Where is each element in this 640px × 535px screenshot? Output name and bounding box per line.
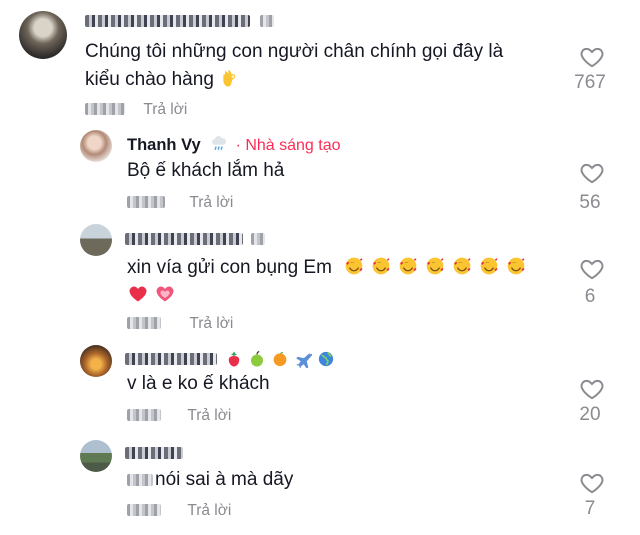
like-icon[interactable] [577, 256, 607, 282]
like-icon[interactable] [577, 470, 607, 496]
avatar[interactable] [80, 345, 112, 377]
avatar[interactable] [19, 11, 67, 59]
growing-heart-icon [156, 286, 174, 302]
comment-meta: Trả lời [127, 407, 231, 425]
text-blurred [127, 474, 153, 486]
username-blurred[interactable] [125, 353, 217, 365]
comment-text: xin vía gửi con bụng Em [127, 254, 532, 310]
smiling-face-with-hearts-icon [343, 256, 365, 276]
emoji-row [343, 257, 532, 278]
creator-label: · Nhà sáng tạo [235, 137, 341, 154]
timestamp-blurred [127, 196, 165, 208]
timestamp-blurred [127, 409, 161, 421]
timestamp-blurred [127, 317, 161, 329]
reply-button[interactable]: Trả lời [187, 407, 231, 424]
red-heart-icon [129, 286, 147, 302]
comment-meta: Trả lời [127, 194, 233, 212]
comment-text: Chúng tôi những con người chân chính gọi… [85, 41, 504, 90]
comment-text: Bộ ế khách lắm hả [127, 160, 285, 181]
like-count: 20 [579, 404, 601, 425]
like-icon[interactable] [577, 44, 607, 70]
smiling-face-with-hearts-icon [505, 256, 527, 276]
smiling-face-with-hearts-icon [451, 256, 473, 276]
comment-meta: Trả lời [85, 101, 187, 119]
reply-button[interactable]: Trả lời [189, 315, 233, 332]
green-apple-icon [251, 350, 264, 367]
username-blurred[interactable] [125, 446, 183, 464]
globe-icon [319, 351, 334, 367]
rain-cloud-icon [212, 136, 227, 150]
smiling-face-with-hearts-icon [478, 256, 500, 276]
comment-header: Thanh Vy · Nhà sáng tạo [127, 135, 341, 155]
avatar[interactable] [80, 224, 112, 256]
comment-text: nói sai à mà dãy [127, 466, 293, 494]
smiling-face-with-hearts-icon [370, 256, 392, 276]
like-count: 7 [584, 498, 596, 519]
like-count: 767 [574, 72, 606, 93]
comment-meta: Trả lời [127, 315, 233, 333]
username-blurred[interactable] [125, 232, 266, 250]
avatar[interactable] [80, 440, 112, 472]
like-icon[interactable] [577, 376, 607, 402]
like-icon[interactable] [577, 160, 607, 186]
orange-icon [274, 352, 287, 367]
comment-meta: Trả lời [127, 502, 231, 520]
smiling-face-with-hearts-icon [397, 256, 419, 276]
username[interactable]: Thanh Vy [127, 136, 201, 154]
ok-hand-icon [223, 70, 236, 87]
username-blurred[interactable] [85, 14, 275, 32]
smiling-face-with-hearts-icon [424, 256, 446, 276]
reply-button[interactable]: Trả lời [143, 101, 187, 118]
timestamp-blurred [127, 504, 161, 516]
like-count: 56 [579, 192, 601, 213]
comment-header [125, 350, 340, 370]
like-count: 6 [584, 286, 596, 307]
airplane-icon [296, 353, 313, 368]
comment-text: v là e ko ế khách [127, 373, 270, 394]
reply-button[interactable]: Trả lời [187, 502, 231, 519]
strawberry-icon [229, 351, 240, 367]
avatar[interactable] [80, 130, 112, 162]
reply-button[interactable]: Trả lời [189, 194, 233, 211]
timestamp-blurred [85, 103, 125, 115]
